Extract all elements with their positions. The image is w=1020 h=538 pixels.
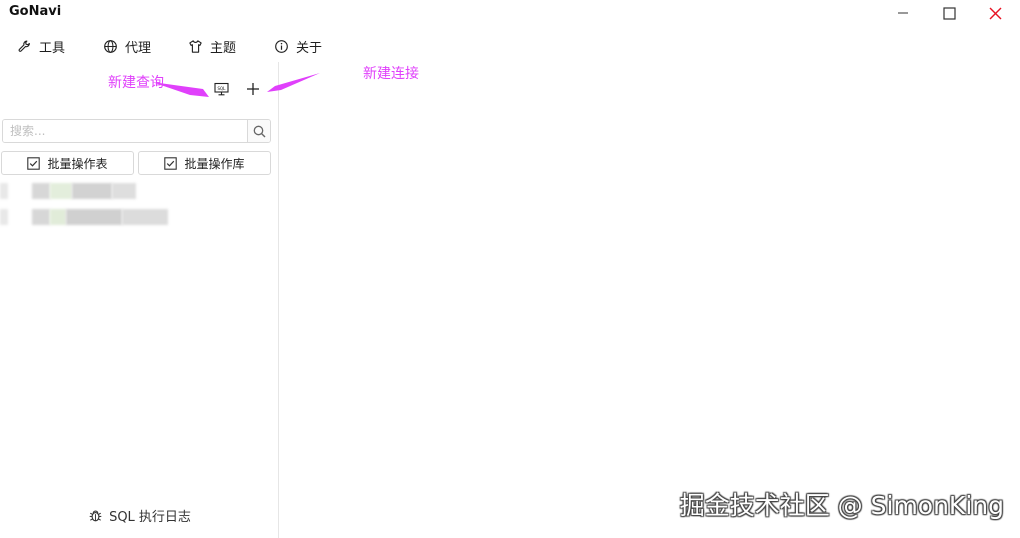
menu-tools[interactable]: 工具 bbox=[17, 32, 65, 60]
menu-bar: 工具 代理 主题 关于 bbox=[0, 32, 1020, 60]
menu-about-label: 关于 bbox=[296, 40, 323, 56]
tree-row[interactable] bbox=[0, 183, 200, 201]
info-icon bbox=[275, 39, 288, 53]
new-connection-button[interactable] bbox=[241, 77, 265, 101]
tree-row[interactable] bbox=[0, 209, 200, 227]
close-button[interactable] bbox=[972, 0, 1018, 26]
menu-about[interactable]: 关于 bbox=[274, 32, 322, 60]
shirt-icon bbox=[189, 39, 202, 53]
sql-log-button[interactable]: SQL 执行日志 bbox=[0, 505, 279, 525]
maximize-icon bbox=[942, 6, 956, 20]
batch-tables-label: 批量操作表 bbox=[47, 156, 108, 171]
checkbox-icon bbox=[27, 156, 41, 170]
minimize-button[interactable] bbox=[880, 0, 926, 26]
title-bar: GoNavi bbox=[0, 0, 1020, 26]
annotation-new-connection: 新建连接 bbox=[363, 66, 419, 82]
svg-text:SQL: SQL bbox=[217, 86, 226, 92]
sql-log-label: SQL 执行日志 bbox=[109, 509, 191, 525]
sql-query-icon: SQL bbox=[213, 82, 229, 96]
menu-tools-label: 工具 bbox=[39, 40, 66, 56]
search-icon bbox=[253, 125, 265, 137]
menu-proxy-label: 代理 bbox=[125, 40, 152, 56]
bug-icon bbox=[89, 509, 102, 521]
search-input[interactable] bbox=[3, 120, 247, 142]
plus-icon bbox=[247, 83, 259, 95]
new-query-button[interactable]: SQL bbox=[209, 77, 233, 101]
batch-databases-button[interactable]: 批量操作库 bbox=[138, 151, 271, 175]
main-content bbox=[280, 62, 1020, 538]
minimize-icon bbox=[898, 12, 908, 14]
checkbox-icon bbox=[164, 156, 178, 170]
menu-theme[interactable]: 主题 bbox=[188, 32, 236, 60]
wrench-icon bbox=[18, 39, 30, 52]
globe-icon bbox=[104, 39, 117, 53]
watermark: 掘金技术社区 @ SimonKing bbox=[679, 491, 1004, 520]
batch-tables-button[interactable]: 批量操作表 bbox=[1, 151, 134, 175]
menu-proxy[interactable]: 代理 bbox=[103, 32, 151, 60]
search-box bbox=[2, 119, 271, 143]
app-title: GoNavi bbox=[9, 4, 62, 19]
annotation-new-query: 新建查询 bbox=[108, 75, 164, 91]
batch-databases-label: 批量操作库 bbox=[184, 156, 245, 171]
close-icon bbox=[989, 7, 1001, 19]
maximize-button[interactable] bbox=[926, 0, 972, 26]
menu-theme-label: 主题 bbox=[210, 40, 237, 56]
search-button[interactable] bbox=[247, 120, 270, 142]
sidebar: SQL 批量操作表 批量操作库 bbox=[0, 62, 279, 538]
